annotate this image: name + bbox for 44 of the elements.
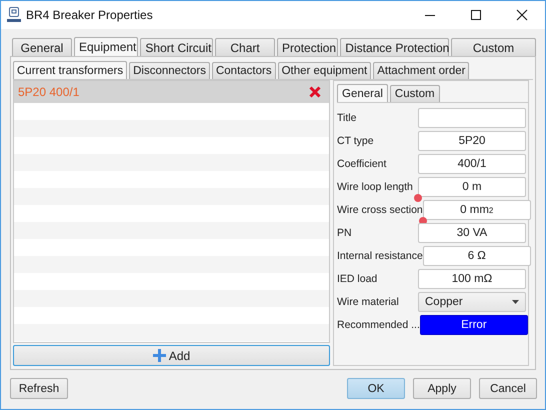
tab[interactable]: General xyxy=(337,84,388,102)
caret-icon xyxy=(512,300,519,304)
field-label: PN xyxy=(337,227,352,239)
input-field[interactable]: 100 mΩ xyxy=(418,269,526,289)
tab[interactable]: Custom xyxy=(390,85,440,102)
tab[interactable]: Attachment order xyxy=(373,62,470,79)
status-button[interactable]: Error xyxy=(420,315,528,335)
tab[interactable]: Other equipment xyxy=(278,62,372,79)
tab[interactable]: Disconnectors xyxy=(129,62,210,79)
field-label: Wire cross section xyxy=(337,204,423,216)
input-field[interactable] xyxy=(418,108,526,128)
dropdown[interactable]: Copper xyxy=(418,292,526,312)
dialog-button[interactable]: OK xyxy=(347,378,405,399)
add-button[interactable]: Add xyxy=(13,345,330,366)
plus-icon xyxy=(152,349,166,362)
tab[interactable]: Equipment xyxy=(74,37,138,56)
field-label: Internal resistance xyxy=(337,250,423,262)
tab[interactable]: Protection xyxy=(277,38,338,56)
field-label: Wire material xyxy=(337,296,399,308)
dialog-button[interactable]: Refresh xyxy=(10,378,68,399)
tab[interactable]: Short Circuit xyxy=(140,38,214,56)
dialog-button[interactable]: Cancel xyxy=(479,378,537,399)
tab[interactable]: Custom xyxy=(451,38,536,56)
input-field[interactable]: 30 VA xyxy=(418,223,526,243)
dialog-button[interactable]: Apply xyxy=(413,378,471,399)
tab[interactable]: Distance Protection xyxy=(340,38,449,56)
field-label: Recommended ... xyxy=(337,319,420,331)
input-field[interactable]: 400/1 xyxy=(418,154,526,174)
tab[interactable]: Chart xyxy=(215,38,276,56)
field-label: CT type xyxy=(337,135,374,147)
delete-icon[interactable] xyxy=(309,86,321,98)
window-title: BR4 Breaker Properties xyxy=(26,8,154,22)
input-field[interactable]: 5P20 xyxy=(418,131,526,151)
item-label: 5P20 400/1 xyxy=(18,85,80,99)
field-label: Coefficient xyxy=(337,158,386,170)
field-label: Wire loop length xyxy=(337,181,413,193)
field-label: Title xyxy=(337,112,356,124)
app-icon xyxy=(7,7,21,23)
field-label: IED load xyxy=(337,273,378,285)
tab[interactable]: Current transformers xyxy=(13,61,128,79)
input-field[interactable]: 6 Ω xyxy=(422,246,531,266)
tab[interactable]: Contactors xyxy=(212,62,276,79)
tab[interactable]: General xyxy=(12,38,72,56)
input-field[interactable]: 0 m xyxy=(418,177,526,197)
